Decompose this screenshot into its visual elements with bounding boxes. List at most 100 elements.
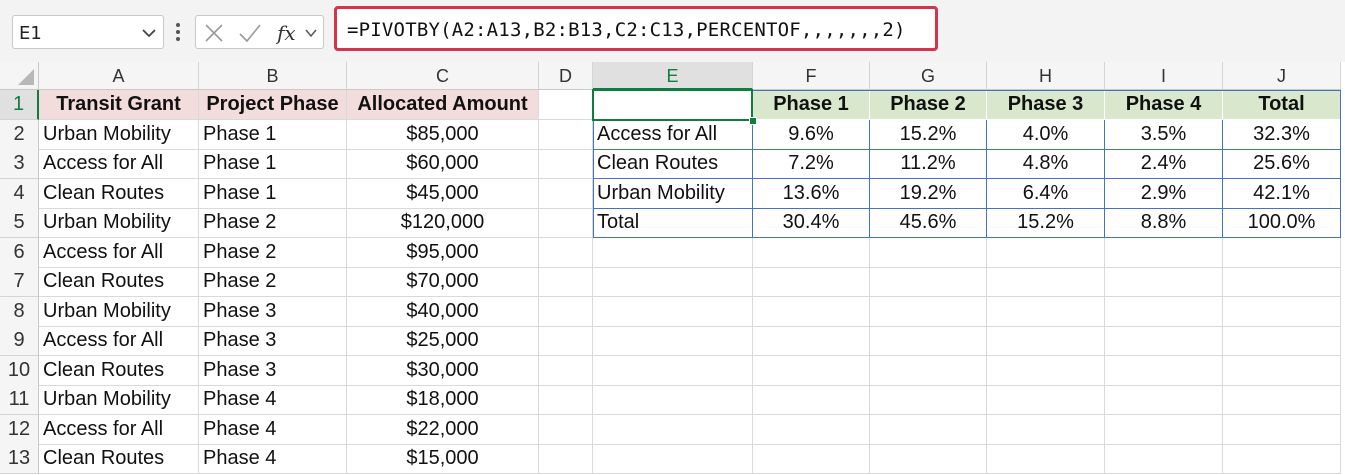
pivot-cell[interactable]: Clean Routes [593,149,753,179]
chevron-down-icon[interactable] [304,26,318,40]
source-cell[interactable]: Phase 3 [199,296,347,327]
pivot-cell[interactable]: 7.2% [753,149,870,179]
row-header-6[interactable]: 6 [0,237,39,268]
pivot-cell[interactable]: Total [593,208,753,238]
source-cell[interactable]: Phase 3 [199,326,347,356]
grid-cell[interactable] [539,296,593,327]
grid-cell[interactable] [1223,296,1341,327]
grid-cell[interactable] [539,326,593,356]
grid-cell[interactable] [870,414,987,445]
fill-handle[interactable] [749,116,757,125]
pivot-cell[interactable]: 4.0% [987,119,1105,150]
column-header-h[interactable]: H [987,62,1105,90]
row-header-2[interactable]: 2 [0,119,39,150]
grid-cell[interactable] [593,385,753,415]
grid-cell[interactable] [1223,414,1341,445]
row-header-11[interactable]: 11 [0,385,39,415]
grid-cell[interactable] [753,237,870,268]
source-cell[interactable]: $25,000 [347,326,539,356]
enter-icon[interactable] [238,23,262,43]
row-header-1[interactable]: 1 [0,90,39,120]
pivot-header-cell[interactable] [593,90,753,120]
source-cell[interactable]: Access for All [39,149,199,179]
grid-cell[interactable] [1105,237,1223,268]
column-header-e[interactable]: E [593,62,753,90]
grid-cell[interactable] [539,267,593,297]
pivot-cell[interactable]: 15.2% [870,119,987,150]
source-header-cell[interactable]: Allocated Amount [347,90,539,120]
source-cell[interactable]: $70,000 [347,267,539,297]
grid-cell[interactable] [987,237,1105,268]
column-header-a[interactable]: A [39,62,199,90]
source-cell[interactable]: Urban Mobility [39,296,199,327]
grid-cell[interactable] [539,119,593,150]
grid-cell[interactable] [753,296,870,327]
source-cell[interactable]: Phase 2 [199,267,347,297]
grid-cell[interactable] [987,414,1105,445]
column-header-g[interactable]: G [870,62,987,90]
formula-input[interactable]: =PIVOTBY(A2:A13,B2:B13,C2:C13,PERCENTOF,… [334,6,938,51]
grid-cell[interactable] [870,326,987,356]
pivot-header-cell[interactable]: Phase 1 [753,90,870,120]
pivot-cell[interactable]: 13.6% [753,178,870,209]
pivot-cell[interactable]: 25.6% [1223,149,1341,179]
pivot-cell[interactable]: 19.2% [870,178,987,209]
grid-cell[interactable] [593,267,753,297]
source-cell[interactable]: Phase 3 [199,355,347,386]
pivot-cell[interactable]: 15.2% [987,208,1105,238]
source-cell[interactable]: $15,000 [347,444,539,474]
source-cell[interactable]: $18,000 [347,385,539,415]
function-icon[interactable]: fx [276,20,302,46]
column-header-c[interactable]: C [347,62,539,90]
source-header-cell[interactable]: Transit Grant [39,90,199,120]
pivot-cell[interactable]: 4.8% [987,149,1105,179]
cancel-icon[interactable] [204,23,224,43]
source-cell[interactable]: Phase 4 [199,414,347,445]
grid-cell[interactable] [870,444,987,474]
source-cell[interactable]: Urban Mobility [39,208,199,238]
pivot-cell[interactable]: 2.9% [1105,178,1223,209]
grid-cell[interactable] [1105,444,1223,474]
grid-cell[interactable] [1105,385,1223,415]
grid-cell[interactable] [753,326,870,356]
source-cell[interactable]: Phase 1 [199,178,347,209]
source-cell[interactable]: $85,000 [347,119,539,150]
grid-cell[interactable] [870,385,987,415]
source-cell[interactable]: $40,000 [347,296,539,327]
source-cell[interactable]: Phase 1 [199,149,347,179]
grid-cell[interactable] [539,414,593,445]
grid-cell[interactable] [870,267,987,297]
pivot-header-cell[interactable]: Total [1223,90,1341,120]
grid-cell[interactable] [539,90,593,120]
row-header-10[interactable]: 10 [0,355,39,386]
source-cell[interactable]: $95,000 [347,237,539,268]
grid-cell[interactable] [1223,326,1341,356]
pivot-cell[interactable]: 45.6% [870,208,987,238]
grid-cell[interactable] [539,444,593,474]
source-cell[interactable]: Access for All [39,237,199,268]
source-cell[interactable]: Phase 2 [199,208,347,238]
grid-cell[interactable] [870,296,987,327]
grid-cell[interactable] [753,385,870,415]
source-cell[interactable]: Phase 2 [199,237,347,268]
grid-cell[interactable] [987,355,1105,386]
source-cell[interactable]: $22,000 [347,414,539,445]
grid-cell[interactable] [987,444,1105,474]
row-header-9[interactable]: 9 [0,326,39,356]
grid-cell[interactable] [987,326,1105,356]
row-header-3[interactable]: 3 [0,149,39,179]
grid-cell[interactable] [539,237,593,268]
source-cell[interactable]: Clean Routes [39,444,199,474]
select-all-corner[interactable] [0,62,39,90]
grid-cell[interactable] [539,208,593,238]
column-header-b[interactable]: B [199,62,347,90]
pivot-cell[interactable]: 42.1% [1223,178,1341,209]
source-header-cell[interactable]: Project Phase [199,90,347,120]
grid-cell[interactable] [593,296,753,327]
column-header-i[interactable]: I [1105,62,1223,90]
grid-cell[interactable] [753,444,870,474]
source-cell[interactable]: Access for All [39,326,199,356]
grid-cell[interactable] [593,326,753,356]
grid-cell[interactable] [1223,385,1341,415]
grid-cell[interactable] [753,267,870,297]
